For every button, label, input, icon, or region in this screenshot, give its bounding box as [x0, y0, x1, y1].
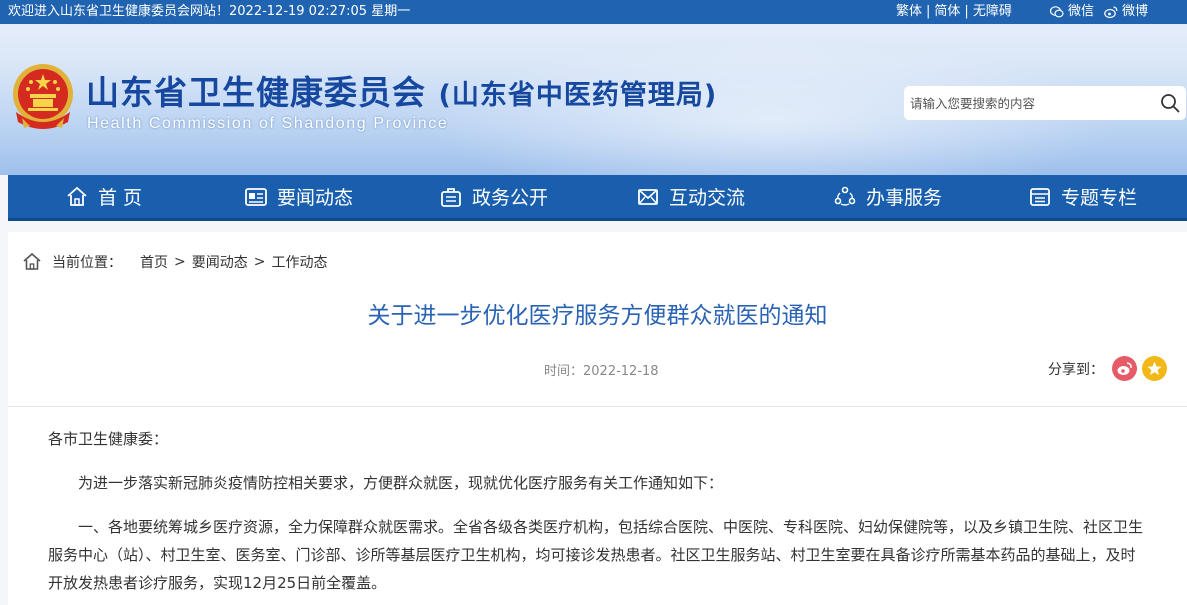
article-intro: 为进一步落实新冠肺炎疫情防控相关要求，方便群众就医，现就优化医疗服务有关工作通知… [78, 474, 724, 492]
site-title-sub: (山东省中医药管理局) [438, 80, 718, 111]
search-box [904, 86, 1186, 120]
article-title: 关于进一步优化医疗服务方便群众就医的通知 [367, 303, 828, 329]
social-links: 微信 微博 [1050, 0, 1158, 24]
welcome-text: 欢迎进入山东省卫生健康委员会网站！2022-12-19 02:27:05 星期一 [8, 4, 411, 19]
share-bar: 分享到： [1048, 356, 1167, 381]
wechat-icon [1050, 6, 1064, 18]
article-paragraph: 一、各地要统筹城乡医疗资源，全力保障群众就医需求。全省各级各类医疗机构，包括综合… [48, 518, 1144, 592]
column-icon [1030, 187, 1050, 206]
share-weibo-button[interactable] [1112, 356, 1137, 381]
mail-icon [638, 188, 658, 205]
site-title: 山东省卫生健康委员会 (山东省中医药管理局) [86, 66, 717, 114]
nav-label: 政务公开 [472, 187, 549, 209]
service-icon [834, 186, 856, 206]
weibo-icon [1117, 362, 1132, 375]
search-input[interactable] [904, 86, 1154, 120]
nav-label: 专题专栏 [1061, 187, 1138, 209]
breadcrumb-label: 当前位置： [52, 255, 122, 271]
nav-item-government-affairs[interactable]: 政务公开 [440, 175, 548, 218]
nav-item-services[interactable]: 办事服务 [834, 175, 942, 218]
weibo-link[interactable]: 微博 [1104, 0, 1148, 24]
home-icon [23, 252, 41, 270]
nav-item-home[interactable]: 首 页 [66, 175, 142, 218]
star-icon [1147, 361, 1162, 375]
home-icon [67, 186, 87, 206]
national-emblem-icon [13, 64, 73, 129]
nav-item-news[interactable]: 要闻动态 [245, 175, 353, 218]
main-nav: 首 页 要闻动态 政务公开 互动交流 办事服务 专题专栏 [8, 175, 1187, 221]
nav-label: 互动交流 [669, 187, 746, 209]
weibo-label: 微博 [1122, 4, 1149, 19]
article-salutation: 各市卫生健康委： [48, 430, 169, 448]
breadcrumb-home[interactable]: 首页 [140, 252, 168, 272]
briefcase-icon [441, 187, 461, 207]
wechat-label: 微信 [1068, 4, 1095, 19]
breadcrumb-separator: > [174, 254, 186, 270]
separator: | [926, 4, 931, 19]
breadcrumb: 当前位置： 首页 > 要闻动态 > 工作动态 [22, 251, 327, 273]
accessibility-link[interactable]: 无障碍 [973, 4, 1012, 19]
share-label: 分享到： [1048, 361, 1104, 378]
top-bar: 欢迎进入山东省卫生健康委员会网站！2022-12-19 02:27:05 星期一… [0, 0, 1187, 24]
header-banner: 山东省卫生健康委员会 (山东省中医药管理局) Health Commission… [0, 0, 1187, 175]
nav-item-special-columns[interactable]: 专题专栏 [1029, 175, 1137, 218]
breadcrumb-news[interactable]: 要闻动态 [192, 252, 248, 272]
separator: | [964, 4, 969, 19]
traditional-chinese-link[interactable]: 繁体 [896, 4, 922, 19]
article-date: 时间：2022-12-18 [544, 364, 659, 379]
weibo-icon [1104, 6, 1118, 19]
search-icon[interactable] [1160, 93, 1180, 113]
site-title-main: 山东省卫生健康委员会 [86, 73, 426, 112]
share-favorite-button[interactable] [1142, 356, 1167, 381]
breadcrumb-separator: > [253, 254, 266, 270]
wechat-link[interactable]: 微信 [1050, 0, 1094, 24]
breadcrumb-work-updates[interactable]: 工作动态 [271, 252, 327, 272]
language-switch: 繁体 | 简体 | 无障碍 [896, 0, 1012, 24]
divider [8, 406, 1187, 407]
nav-item-interaction[interactable]: 互动交流 [637, 175, 745, 218]
news-icon [245, 187, 267, 206]
nav-label: 要闻动态 [277, 187, 354, 209]
nav-label: 首 页 [98, 187, 143, 209]
nav-label: 办事服务 [866, 187, 943, 209]
site-title-english: Health Commission of Shandong Province [87, 115, 449, 132]
simplified-chinese-link[interactable]: 简体 [934, 4, 960, 19]
content-panel: 当前位置： 首页 > 要闻动态 > 工作动态 关于进一步优化医疗服务方便群众就医… [8, 232, 1187, 605]
